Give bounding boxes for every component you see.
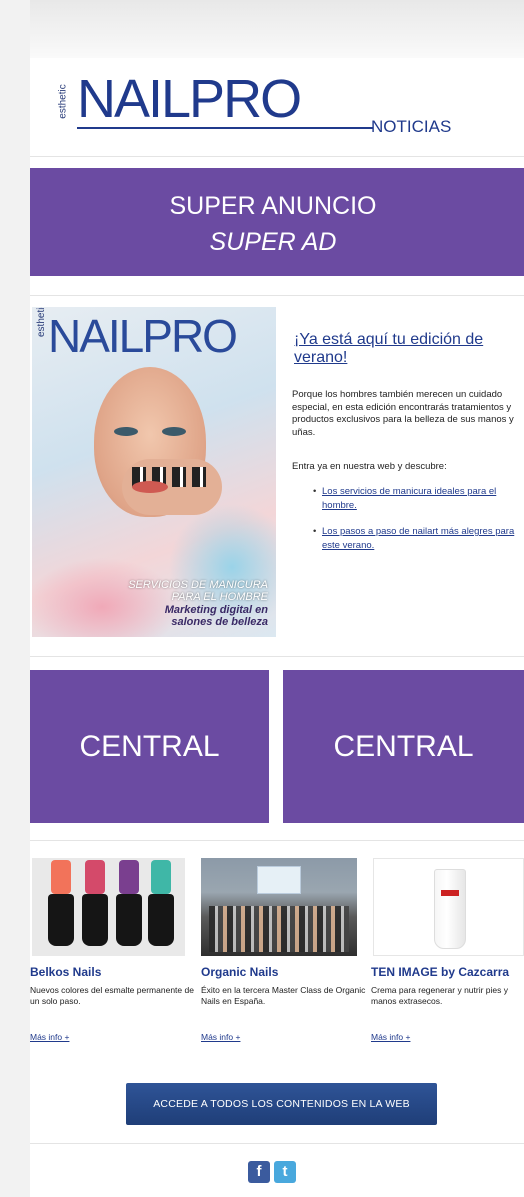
divider	[30, 840, 524, 841]
feature-link[interactable]: Los pasos a paso de nailart más alegres …	[322, 526, 514, 551]
view-all-content-button[interactable]: ACCEDE A TODOS LOS CONTENIDOS EN LA WEB	[126, 1083, 437, 1125]
super-ad-subtitle: SUPER AD	[209, 228, 337, 256]
feature-title-link[interactable]: ¡Ya está aquí tu edición de verano!	[294, 331, 524, 367]
divider	[30, 1143, 524, 1144]
cover-subline: salones de belleza	[171, 616, 268, 628]
super-ad-banner[interactable]: SUPER ANUNCIO SUPER AD	[30, 168, 524, 276]
magazine-cover-image[interactable]: esthetic NAILPRO SERVICIOS DE MANICURA P…	[32, 307, 276, 637]
product-image-belkos[interactable]	[32, 858, 185, 956]
logo-section-label: NOTICIAS	[371, 117, 452, 136]
cover-lips	[132, 481, 168, 493]
polish-bottle	[82, 860, 108, 946]
newsletter: esthetic NAILPRO NOTICIAS SUPER ANUNCIO …	[30, 0, 524, 1197]
cover-headline: PARA EL HOMBRE	[171, 591, 268, 603]
feature-intro: Entra ya en nuestra web y descubre:	[292, 461, 447, 472]
top-band	[30, 0, 524, 58]
polish-bottle	[148, 860, 174, 946]
cover-subline: Marketing digital en	[164, 604, 268, 616]
logo-esthetic: esthetic	[57, 82, 74, 124]
nailpro-logo[interactable]: NAILPRO	[77, 72, 302, 126]
cover-eye	[114, 427, 138, 436]
polish-bottle	[116, 860, 142, 946]
cover-headline: SERVICIOS DE MANICURA	[128, 579, 268, 591]
product-title[interactable]: TEN IMAGE by Cazcarra	[371, 965, 524, 979]
twitter-icon[interactable]: t	[274, 1161, 296, 1183]
product-title[interactable]: Organic Nails	[201, 965, 366, 979]
more-info-link[interactable]: Más info +	[201, 1032, 366, 1042]
list-item: Los pasos a paso de nailart más alegres …	[313, 525, 522, 553]
super-ad-title: SUPER ANUNCIO	[169, 192, 377, 220]
divider	[30, 295, 524, 296]
more-info-link[interactable]: Más info +	[30, 1032, 195, 1042]
central-ad-left[interactable]: CENTRAL	[30, 670, 269, 823]
feature-link-list: Los servicios de manicura ideales para e…	[313, 485, 522, 565]
divider	[30, 656, 524, 657]
facebook-icon[interactable]: f	[248, 1161, 270, 1183]
central-ad-right[interactable]: CENTRAL	[283, 670, 524, 823]
logo-esthetic-text: esthetic	[57, 84, 69, 119]
group-photo	[209, 906, 349, 952]
cover-eye	[162, 427, 186, 436]
feature-link[interactable]: Los servicios de manicura ideales para e…	[322, 486, 496, 511]
divider	[30, 156, 524, 157]
event-banner	[257, 866, 301, 894]
product-image-organic[interactable]	[201, 858, 357, 956]
product-description: Crema para regenerar y nutrir pies y man…	[371, 985, 509, 1006]
product-title[interactable]: Belkos Nails	[30, 965, 195, 979]
polish-bottle	[48, 860, 74, 946]
product-description: Éxito en la tercera Master Class de Orga…	[201, 985, 366, 1006]
product-image-tenimage[interactable]	[373, 858, 524, 956]
cover-esthetic: esthetic	[36, 307, 47, 337]
cover-logo: NAILPRO	[48, 310, 238, 362]
logo-underline	[77, 127, 373, 129]
more-info-link[interactable]: Más info +	[371, 1032, 524, 1042]
product-description: Nuevos colores del esmalte permanente de…	[30, 985, 194, 1006]
cream-tube	[434, 869, 466, 949]
list-item: Los servicios de manicura ideales para e…	[313, 485, 522, 513]
feature-paragraph: Porque los hombres también merecen un cu…	[292, 389, 514, 438]
